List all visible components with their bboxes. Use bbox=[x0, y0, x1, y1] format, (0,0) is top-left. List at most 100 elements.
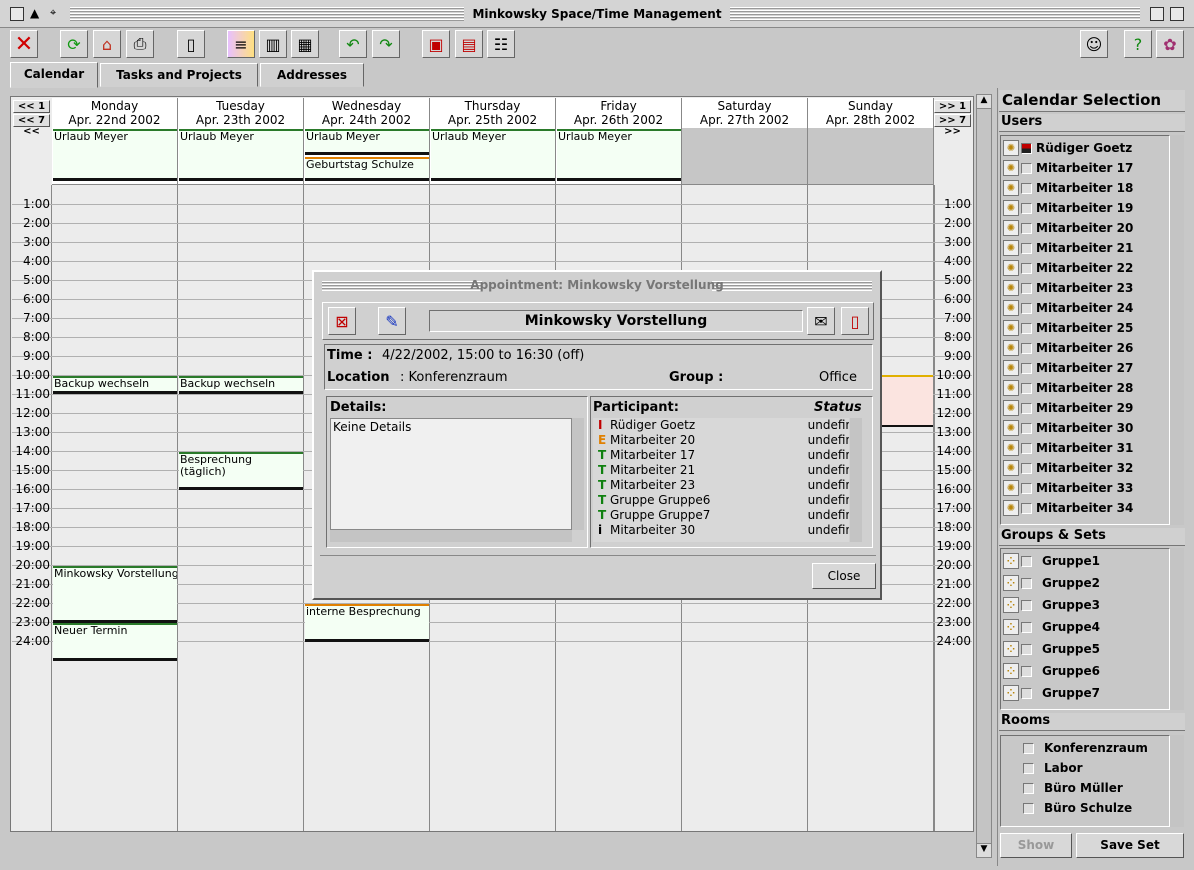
user-item[interactable]: ✺ Mitarbeiter 18 bbox=[1003, 178, 1133, 198]
event-backup-monday[interactable]: Backup wechseln bbox=[53, 376, 177, 394]
user-item[interactable]: ✺ Rüdiger Goetz bbox=[1003, 138, 1132, 158]
group-icon[interactable]: ⁘ bbox=[1003, 685, 1019, 701]
about-icon[interactable]: ✿ bbox=[1156, 30, 1184, 58]
user-item[interactable]: ✺ Mitarbeiter 32 bbox=[1003, 458, 1133, 478]
event-minkowsky[interactable]: Minkowsky Vorstellung bbox=[53, 566, 177, 623]
event-interne-besprechung[interactable]: interne Besprechung bbox=[305, 604, 429, 642]
day-header-wednesday[interactable]: Wednesday Apr. 24th 2002 bbox=[304, 98, 430, 128]
checkbox[interactable] bbox=[1021, 422, 1032, 434]
user-item[interactable]: ✺ Mitarbeiter 24 bbox=[1003, 298, 1133, 318]
checkbox[interactable] bbox=[1021, 302, 1032, 314]
checkbox[interactable] bbox=[1021, 643, 1032, 655]
user-item[interactable]: ✺ Mitarbeiter 25 bbox=[1003, 318, 1133, 338]
home-icon[interactable]: ⌂ bbox=[93, 30, 121, 58]
bulb-icon[interactable]: ✺ bbox=[1003, 360, 1019, 376]
bulb-icon[interactable]: ✺ bbox=[1003, 340, 1019, 356]
user-item[interactable]: ✺ Mitarbeiter 23 bbox=[1003, 278, 1133, 298]
checkbox[interactable] bbox=[1021, 577, 1032, 589]
participant-row[interactable]: T Mitarbeiter 17 undefin bbox=[598, 448, 849, 463]
users-scrollbar[interactable] bbox=[1170, 135, 1184, 525]
participant-row[interactable]: E Mitarbeiter 20 undefin bbox=[598, 433, 849, 448]
event-backup-tuesday[interactable]: Backup wechseln bbox=[179, 376, 303, 394]
checkbox[interactable] bbox=[1021, 502, 1032, 514]
checkbox[interactable] bbox=[1021, 555, 1032, 567]
redo-icon[interactable]: ↷ bbox=[372, 30, 400, 58]
checkbox[interactable] bbox=[1021, 142, 1032, 154]
bulb-icon[interactable]: ✺ bbox=[1003, 160, 1019, 176]
checkbox[interactable] bbox=[1023, 782, 1034, 794]
checkbox[interactable] bbox=[1021, 382, 1032, 394]
user-item[interactable]: ✺ Mitarbeiter 31 bbox=[1003, 438, 1133, 458]
undo-icon[interactable]: ↶ bbox=[339, 30, 367, 58]
save-set-button[interactable]: Save Set bbox=[1076, 833, 1184, 858]
user-item[interactable]: ✺ Mitarbeiter 27 bbox=[1003, 358, 1133, 378]
print-icon[interactable]: ⎙ bbox=[126, 30, 154, 58]
event-urlaub-monday[interactable]: Urlaub Meyer bbox=[53, 129, 177, 181]
checkbox[interactable] bbox=[1021, 621, 1032, 633]
event-urlaub-tuesday[interactable]: Urlaub Meyer bbox=[179, 129, 303, 181]
group-item[interactable]: ⁘ Gruppe3 bbox=[1003, 595, 1100, 615]
delete-appointment-icon[interactable]: ⊠ bbox=[328, 307, 356, 335]
list-view-icon[interactable]: ≡ bbox=[227, 30, 255, 58]
bulb-icon[interactable]: ✺ bbox=[1003, 260, 1019, 276]
day-header-saturday[interactable]: Saturday Apr. 27th 2002 bbox=[682, 98, 808, 128]
checkbox[interactable] bbox=[1021, 665, 1032, 677]
day-view-icon[interactable]: ▯ bbox=[177, 30, 205, 58]
allday-cell[interactable] bbox=[808, 128, 934, 185]
bulb-icon[interactable]: ✺ bbox=[1003, 300, 1019, 316]
checkbox[interactable] bbox=[1021, 242, 1032, 254]
next-week-button[interactable]: >> 7 >> bbox=[934, 114, 971, 137]
bulb-icon[interactable]: ✺ bbox=[1003, 420, 1019, 436]
calendar-icon[interactable]: ▯ bbox=[841, 307, 869, 335]
close-window-icon[interactable] bbox=[1170, 7, 1184, 21]
help-icon[interactable]: ? bbox=[1124, 30, 1152, 58]
edit-icon[interactable]: ✎ bbox=[378, 307, 406, 335]
checkbox[interactable] bbox=[1021, 202, 1032, 214]
user-item[interactable]: ✺ Mitarbeiter 21 bbox=[1003, 238, 1133, 258]
participant-row[interactable]: T Gruppe Gruppe7 undefin bbox=[598, 508, 849, 523]
checkbox[interactable] bbox=[1023, 762, 1034, 774]
bulb-icon[interactable]: ✺ bbox=[1003, 440, 1019, 456]
calendar-1-icon[interactable]: ▣ bbox=[422, 30, 450, 58]
event-geburtstag[interactable]: Geburtstag Schulze bbox=[305, 157, 429, 181]
month-view-icon[interactable]: ▦ bbox=[291, 30, 319, 58]
event-urlaub-friday[interactable]: Urlaub Meyer bbox=[557, 129, 681, 181]
user-item[interactable]: ✺ Mitarbeiter 29 bbox=[1003, 398, 1133, 418]
checkbox[interactable] bbox=[1021, 322, 1032, 334]
group-icon[interactable]: ⁘ bbox=[1003, 641, 1019, 657]
user-item[interactable]: ✺ Mitarbeiter 17 bbox=[1003, 158, 1133, 178]
table-icon[interactable]: ☷ bbox=[487, 30, 515, 58]
group-icon[interactable]: ⁘ bbox=[1003, 619, 1019, 635]
bulb-icon[interactable]: ✺ bbox=[1003, 140, 1019, 156]
scroll-up-icon[interactable]: ▲ bbox=[977, 95, 991, 109]
delete-icon[interactable]: ✕ bbox=[10, 30, 38, 58]
user-item[interactable]: ✺ Mitarbeiter 28 bbox=[1003, 378, 1133, 398]
bulb-icon[interactable]: ✺ bbox=[1003, 240, 1019, 256]
group-icon[interactable]: ⁘ bbox=[1003, 553, 1019, 569]
user-avatar-icon[interactable]: ☺ bbox=[1080, 30, 1108, 58]
participant-row[interactable]: T Mitarbeiter 21 undefin bbox=[598, 463, 849, 478]
day-header-friday[interactable]: Friday Apr. 26th 2002 bbox=[556, 98, 682, 128]
checkbox[interactable] bbox=[1021, 599, 1032, 611]
bulb-icon[interactable]: ✺ bbox=[1003, 400, 1019, 416]
bulb-icon[interactable]: ✺ bbox=[1003, 380, 1019, 396]
mail-icon[interactable]: ✉ bbox=[807, 307, 835, 335]
maximize-icon[interactable] bbox=[1150, 7, 1164, 21]
bulb-icon[interactable]: ✺ bbox=[1003, 320, 1019, 336]
day-header-sunday[interactable]: Sunday Apr. 28th 2002 bbox=[808, 98, 934, 128]
day-header-monday[interactable]: Monday Apr. 22nd 2002 bbox=[52, 98, 178, 128]
tab-addresses[interactable]: Addresses bbox=[260, 63, 364, 87]
checkbox[interactable] bbox=[1021, 342, 1032, 354]
checkbox[interactable] bbox=[1021, 262, 1032, 274]
rooms-scrollbar[interactable] bbox=[1170, 735, 1184, 827]
user-item[interactable]: ✺ Mitarbeiter 34 bbox=[1003, 498, 1133, 518]
user-item[interactable]: ✺ Mitarbeiter 22 bbox=[1003, 258, 1133, 278]
room-item[interactable]: Büro Schulze bbox=[1003, 798, 1132, 818]
checkbox[interactable] bbox=[1023, 742, 1034, 754]
participant-scrollbar[interactable] bbox=[850, 418, 862, 542]
week-view-icon[interactable]: ▥ bbox=[259, 30, 287, 58]
checkbox[interactable] bbox=[1021, 402, 1032, 414]
group-item[interactable]: ⁘ Gruppe1 bbox=[1003, 551, 1100, 571]
group-item[interactable]: ⁘ Gruppe5 bbox=[1003, 639, 1100, 659]
event-urlaub-wednesday[interactable]: Urlaub Meyer bbox=[305, 129, 429, 155]
